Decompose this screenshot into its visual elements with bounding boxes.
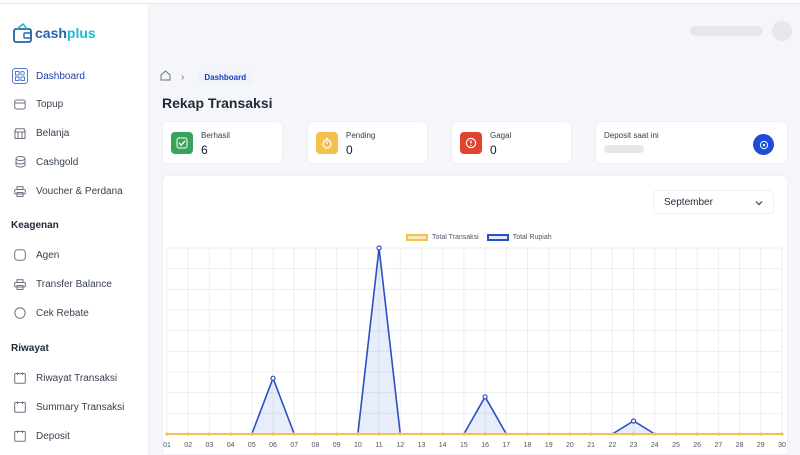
data-point-total-transaksi — [547, 432, 551, 436]
data-point-total-transaksi — [462, 432, 466, 436]
x-tick-label: 22 — [608, 442, 616, 449]
x-tick-label: 27 — [714, 442, 722, 449]
data-point-total-transaksi — [695, 432, 699, 436]
x-tick-label: 30 — [778, 442, 786, 449]
data-point-total-rupiah — [270, 375, 276, 381]
data-point-total-transaksi — [504, 432, 508, 436]
data-point-total-transaksi — [483, 432, 487, 436]
data-point-total-transaksi — [441, 432, 445, 436]
x-tick-label: 09 — [333, 442, 341, 449]
data-point-total-transaksi — [186, 432, 190, 436]
x-tick-label: 08 — [312, 442, 320, 449]
data-point-total-transaksi — [716, 432, 720, 436]
x-tick-label: 29 — [757, 442, 765, 449]
data-point-total-transaksi — [737, 432, 742, 436]
data-point-total-transaksi — [759, 432, 763, 436]
data-point-total-transaksi — [335, 432, 339, 436]
data-point-total-transaksi — [398, 432, 402, 436]
x-tick-label: 11 — [375, 442, 382, 449]
series-area-total-rupiah — [167, 248, 782, 434]
transaction-chart: 01 02 03 04 05 06 07 08 09 10 11 12 13 14 15 16 17 18 19 20… — [163, 245, 786, 449]
data-point-total-transaksi — [631, 432, 636, 436]
x-tick-label: 05 — [248, 442, 256, 449]
x-tick-label: 18 — [524, 442, 532, 449]
x-tick-label: 19 — [545, 442, 553, 449]
x-tick-label: 25 — [672, 442, 680, 449]
data-point-total-transaksi — [525, 432, 530, 436]
data-point-total-transaksi — [356, 432, 360, 436]
data-point-total-transaksi — [229, 432, 233, 436]
x-tick-label: 14 — [439, 442, 447, 449]
x-tick-label: 26 — [693, 442, 701, 449]
x-tick-label: 28 — [736, 442, 744, 449]
data-point-total-transaksi — [589, 432, 593, 436]
data-point-total-transaksi — [674, 432, 678, 436]
data-point-total-rupiah — [376, 245, 382, 251]
x-tick-label: 07 — [290, 442, 298, 449]
data-point-total-transaksi — [313, 432, 318, 436]
data-point-total-transaksi — [377, 432, 381, 436]
data-point-total-transaksi — [419, 432, 424, 436]
data-point-total-transaksi — [165, 432, 169, 436]
data-point-total-rupiah — [630, 418, 637, 424]
series-line-total-rupiah — [167, 247, 782, 435]
data-point-total-rupiah — [482, 394, 488, 400]
data-point-total-transaksi — [250, 432, 254, 436]
data-point-total-transaksi — [568, 432, 572, 436]
data-point-total-transaksi — [271, 432, 275, 436]
x-tick-label: 12 — [396, 442, 404, 449]
x-tick-label: 21 — [587, 442, 595, 449]
x-tick-label: 24 — [651, 442, 659, 449]
x-tick-label: 06 — [269, 442, 277, 449]
x-tick-label: 15 — [460, 442, 468, 449]
x-tick-label: 16 — [481, 442, 489, 449]
x-tick-label: 01 — [163, 442, 171, 449]
data-point-total-transaksi — [292, 432, 296, 436]
x-tick-label: 13 — [418, 442, 426, 449]
x-tick-label: 04 — [227, 442, 235, 449]
x-tick-label: 02 — [184, 442, 192, 449]
x-tick-label: 03 — [206, 442, 214, 449]
data-point-total-transaksi — [653, 432, 657, 436]
data-point-total-transaksi — [610, 432, 614, 436]
x-tick-label: 10 — [354, 442, 362, 449]
x-tick-label: 23 — [630, 442, 638, 449]
x-tick-label: 17 — [502, 442, 510, 449]
data-point-total-transaksi — [207, 432, 212, 436]
x-tick-label: 20 — [566, 442, 574, 449]
data-point-total-transaksi — [780, 432, 784, 436]
